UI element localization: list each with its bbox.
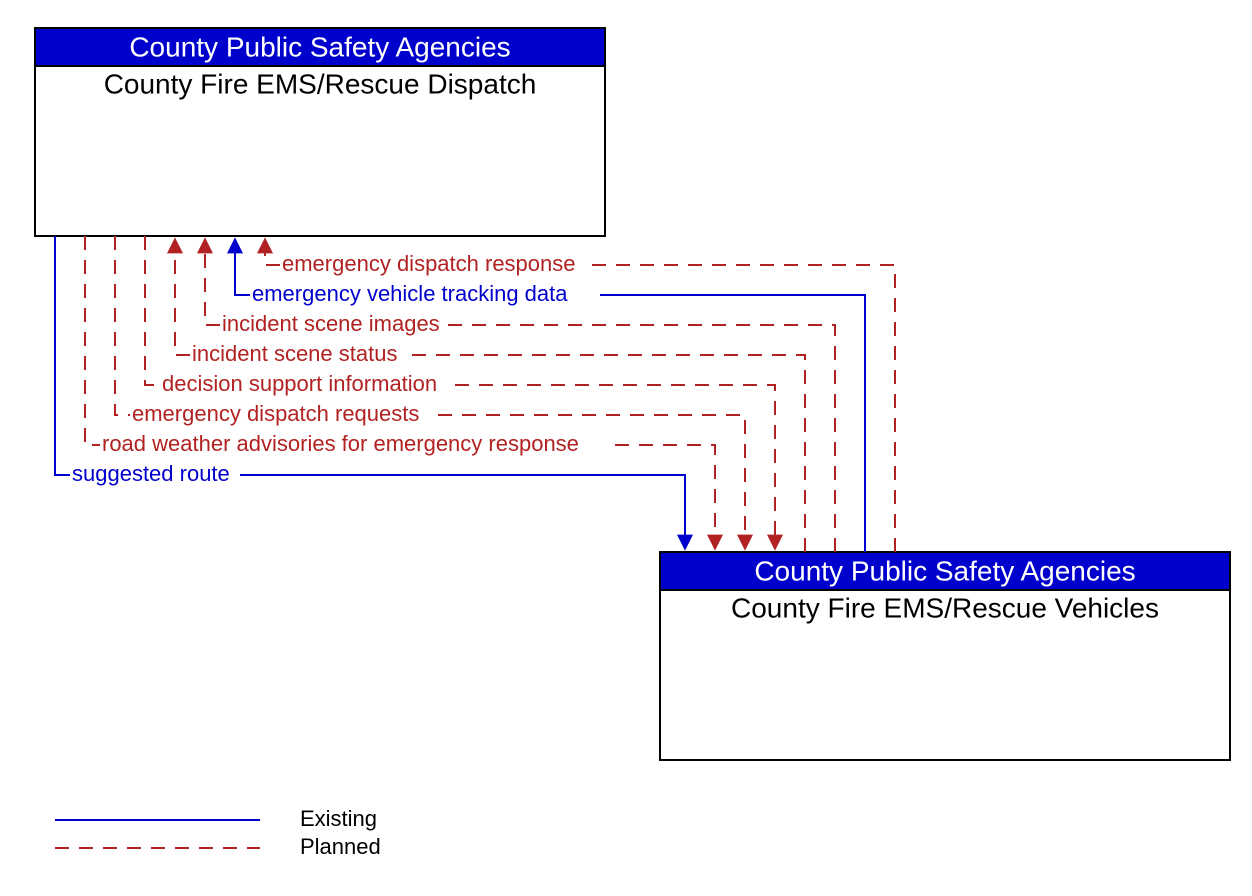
legend-planned-label: Planned: [300, 834, 381, 859]
node-vehicles: County Public Safety Agencies County Fir…: [660, 552, 1230, 760]
flow-label-emergency-vehicle-tracking-data: emergency vehicle tracking data: [252, 281, 568, 306]
flow-label-incident-scene-images: incident scene images: [222, 311, 440, 336]
flow-label-emergency-dispatch-requests: emergency dispatch requests: [132, 401, 419, 426]
node-dispatch: County Public Safety Agencies County Fir…: [35, 28, 605, 236]
node-dispatch-header-text: County Public Safety Agencies: [129, 31, 510, 62]
node-dispatch-body-text: County Fire EMS/Rescue Dispatch: [104, 68, 537, 99]
flow-label-road-weather-advisories: road weather advisories for emergency re…: [102, 431, 579, 456]
legend-existing-label: Existing: [300, 806, 377, 831]
node-vehicles-header-text: County Public Safety Agencies: [754, 555, 1135, 586]
architecture-flow-diagram: County Public Safety Agencies County Fir…: [0, 0, 1252, 896]
legend: Existing Planned: [55, 806, 381, 859]
flow-label-suggested-route: suggested route: [72, 461, 230, 486]
flow-label-emergency-dispatch-response: emergency dispatch response: [282, 251, 576, 276]
flow-label-decision-support-information: decision support information: [162, 371, 437, 396]
flow-label-incident-scene-status: incident scene status: [192, 341, 397, 366]
node-vehicles-body-text: County Fire EMS/Rescue Vehicles: [731, 592, 1159, 623]
